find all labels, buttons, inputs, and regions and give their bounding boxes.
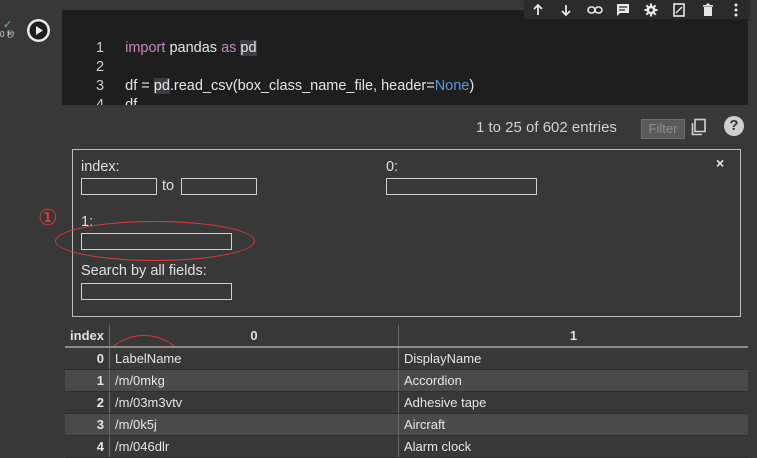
copy-icon[interactable] [690, 118, 708, 136]
cell-col-0: /m/0mkg [109, 369, 399, 392]
cell-toolbar [524, 0, 750, 20]
column-header-0[interactable]: 0 [109, 325, 399, 348]
dataframe-table: index 0 1 0 LabelName DisplayName 1 /m/0… [65, 325, 748, 458]
execution-time: 0 秒 [0, 30, 15, 39]
table-row: 2 /m/03m3vtv Adhesive tape [65, 391, 748, 414]
cell-col-1: DisplayName [398, 347, 748, 370]
annotation-ellipse-1 [55, 221, 255, 261]
column-header-index[interactable]: index [65, 325, 110, 348]
code-line-4: 4df [62, 77, 137, 113]
row-index: 3 [65, 413, 110, 436]
code-editor[interactable]: 1 import pandas as pd 2 3 df = pd.read_csv… [62, 10, 748, 113]
row-index: 2 [65, 391, 110, 414]
comment-icon[interactable] [613, 2, 633, 18]
execution-info: ✓ 0 秒 [0, 19, 22, 40]
cell-col-0: /m/0k5j [109, 413, 399, 436]
index-filter-label: index: [81, 159, 120, 175]
table-header-row: index 0 1 [65, 325, 748, 348]
code-line-1: 1 import pandas as pd [62, 20, 257, 56]
close-icon[interactable]: × [716, 155, 724, 171]
help-icon[interactable]: ? [724, 116, 744, 136]
cell-col-0: /m/03m3vtv [109, 391, 399, 414]
success-check-icon: ✓ [3, 19, 13, 31]
table-row: 4 /m/046dlr Alarm clock [65, 435, 748, 458]
to-label: to [162, 178, 175, 194]
trash-icon[interactable] [698, 2, 718, 18]
arrow-down-icon[interactable] [556, 2, 576, 18]
search-all-input[interactable] [81, 283, 232, 300]
entries-count: 1 to 25 of 602 entries [476, 119, 617, 136]
play-icon [29, 21, 48, 40]
arrow-up-icon[interactable] [528, 2, 548, 18]
annotation-number-1: ① [38, 205, 58, 230]
index-from-input[interactable] [81, 178, 157, 195]
cell-col-1: Aircraft [398, 413, 748, 436]
filter-button[interactable]: Filter [641, 119, 685, 139]
row-index: 4 [65, 435, 110, 458]
code-line-2: 2 [62, 39, 125, 75]
table-row: 3 /m/0k5j Aircraft [65, 413, 748, 436]
cell-col-1: Accordion [398, 369, 748, 392]
link-icon[interactable] [585, 2, 605, 18]
keyword-as: as [221, 40, 237, 56]
column-0-filter-input[interactable] [386, 178, 537, 195]
column-0-filter-label: 0: [386, 159, 399, 175]
index-to-input[interactable] [181, 178, 257, 195]
mirror-icon[interactable] [669, 2, 689, 18]
row-index: 1 [65, 369, 110, 392]
gear-icon[interactable] [641, 2, 661, 18]
keyword-import: import [125, 40, 166, 56]
search-all-label: Search by all fields: [81, 263, 207, 279]
row-index: 0 [65, 347, 110, 370]
cell-col-1: Adhesive tape [398, 391, 748, 414]
code-line-3: 3 df = pd.read_csv(box_class_name_file, h… [62, 58, 474, 94]
module-name: pandas [169, 40, 218, 56]
cell-col-0: LabelName [109, 347, 399, 370]
table-row: 0 LabelName DisplayName [65, 347, 748, 370]
cell-col-1: Alarm clock [398, 435, 748, 458]
column-header-1[interactable]: 1 [398, 325, 748, 348]
cell-gutter [0, 0, 20, 457]
cell-col-0: /m/046dlr [109, 435, 399, 458]
more-icon[interactable] [726, 2, 746, 18]
table-row: 1 /m/0mkg Accordion [65, 369, 748, 392]
alias-name: pd [240, 40, 257, 56]
run-cell-button[interactable] [27, 19, 50, 42]
